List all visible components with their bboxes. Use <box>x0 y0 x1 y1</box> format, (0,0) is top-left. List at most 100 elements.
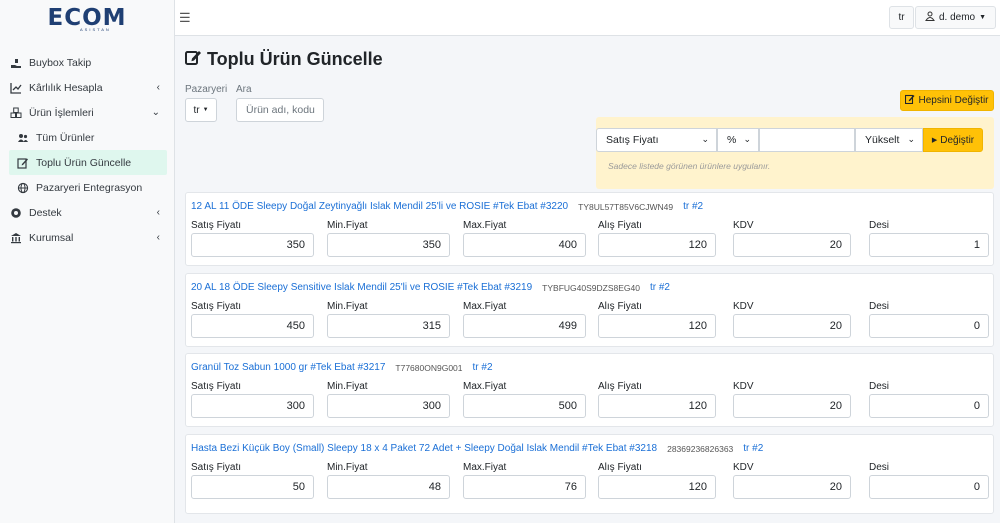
bulk-unit-select[interactable]: % ⌄ <box>717 128 759 152</box>
chevron-down-icon: ⌄ <box>701 134 709 144</box>
product-title-row: Hasta Bezi Küçük Boy (Small) Sleepy 18 x… <box>191 443 763 455</box>
desi-label: Desi <box>869 462 890 473</box>
product-title-row: 20 AL 18 ÖDE Sleepy Sensitive Islak Mend… <box>191 282 670 294</box>
max-price-input[interactable]: 499 <box>463 314 586 338</box>
user-menu-button[interactable]: d. demo ▼ <box>915 6 996 29</box>
min-price-input[interactable]: 300 <box>327 394 450 418</box>
bulk-update-panel: Satış Fiyatı ⌄ % ⌄ Yükselt ⌄ ▶ Değiştir … <box>596 117 994 189</box>
purchase-price-input[interactable]: 120 <box>598 394 716 418</box>
boxes-icon <box>9 106 23 120</box>
sidebar: ECOM ASISTAN Buybox Takip Kârlılık Hesap… <box>0 0 175 523</box>
sale-price-input[interactable]: 50 <box>191 475 314 499</box>
sidebar-item-label: Buybox Takip <box>29 56 92 69</box>
menu-toggle-icon[interactable]: ☰ <box>179 10 191 26</box>
max-price-label: Max.Fiyat <box>463 220 507 231</box>
edit-icon <box>16 156 30 170</box>
bulk-amount-input[interactable] <box>759 128 855 152</box>
chevron-down-icon: ⌄ <box>907 134 915 144</box>
purchase-price-input[interactable]: 120 <box>598 233 716 257</box>
bulk-field-value: Satış Fiyatı <box>606 134 659 146</box>
marketplace-select-value: tr <box>193 104 200 116</box>
desi-input[interactable]: 0 <box>869 394 989 418</box>
sidebar-item-label: Kârlılık Hesapla <box>29 81 103 94</box>
search-label: Ara <box>236 84 252 95</box>
sidebar-item-label: Tüm Ürünler <box>36 131 95 144</box>
product-marketplace-link[interactable]: tr #2 <box>650 282 670 294</box>
product-title-row: Granül Toz Sabun 1000 gr #Tek Ebat #3217… <box>191 362 493 374</box>
bulk-direction-select[interactable]: Yükselt ⌄ <box>855 128 923 152</box>
desi-label: Desi <box>869 381 890 392</box>
product-marketplace-link[interactable]: tr #2 <box>683 201 703 213</box>
sidebar-item-label: Toplu Ürün Güncelle <box>36 156 132 169</box>
brand-logo[interactable]: ECOM ASISTAN <box>0 0 174 36</box>
sidebar-item-corporate[interactable]: Kurumsal ‹ <box>0 225 174 250</box>
vat-input[interactable]: 20 <box>733 314 851 338</box>
product-name-link[interactable]: 12 AL 11 ÖDE Sleepy Doğal Zeytinyağlı Is… <box>191 201 568 213</box>
edit-icon <box>185 49 202 70</box>
vat-label: KDV <box>733 220 754 231</box>
product-card: 12 AL 11 ÖDE Sleepy Doğal Zeytinyağlı Is… <box>185 192 994 266</box>
chevron-down-icon: ⌄ <box>743 134 751 144</box>
desi-input[interactable]: 1 <box>869 233 989 257</box>
chevron-left-icon: ‹ <box>156 207 160 218</box>
product-name-link[interactable]: 20 AL 18 ÖDE Sleepy Sensitive Islak Mend… <box>191 282 532 294</box>
sidebar-item-marketplace-integration[interactable]: Pazaryeri Entegrasyon <box>0 175 174 200</box>
product-marketplace-link[interactable]: tr #2 <box>473 362 493 374</box>
bulk-unit-value: % <box>727 134 737 146</box>
caret-down-icon: ▼ <box>979 14 987 21</box>
min-price-input[interactable]: 48 <box>327 475 450 499</box>
marketplace-label: Pazaryeri <box>185 84 228 95</box>
min-price-label: Min.Fiyat <box>327 381 368 392</box>
apply-button[interactable]: ▶ Değiştir <box>923 128 983 152</box>
main-content: Toplu Ürün Güncelle Pazaryeri Ara tr ▼ Ü… <box>175 36 1000 523</box>
sidebar-item-support[interactable]: Destek ‹ <box>0 200 174 225</box>
vat-input[interactable]: 20 <box>733 394 851 418</box>
vat-input[interactable]: 20 <box>733 475 851 499</box>
vat-label: KDV <box>733 462 754 473</box>
sidebar-item-profitability[interactable]: Kârlılık Hesapla ‹ <box>0 75 174 100</box>
sale-price-input[interactable]: 450 <box>191 314 314 338</box>
max-price-input[interactable]: 500 <box>463 394 586 418</box>
max-price-input[interactable]: 400 <box>463 233 586 257</box>
purchase-price-input[interactable]: 120 <box>598 314 716 338</box>
desi-input[interactable]: 0 <box>869 314 989 338</box>
sidebar-nav: Buybox Takip Kârlılık Hesapla ‹ Ürün İşl… <box>0 36 174 250</box>
vat-input[interactable]: 20 <box>733 233 851 257</box>
sidebar-item-bulk-update[interactable]: Toplu Ürün Güncelle <box>9 150 167 175</box>
min-price-label: Min.Fiyat <box>327 301 368 312</box>
change-all-button[interactable]: Hepsini Değiştir <box>900 90 994 111</box>
sidebar-item-label: Kurumsal <box>29 231 74 244</box>
users-icon <box>16 131 30 145</box>
sidebar-item-all-products[interactable]: Tüm Ürünler <box>0 125 174 150</box>
change-all-label: Hepsini Değiştir <box>918 95 989 106</box>
user-name: d. demo <box>938 12 976 23</box>
chart-icon <box>9 81 23 95</box>
marketplace-select[interactable]: tr ▼ <box>185 98 217 122</box>
max-price-input[interactable]: 76 <box>463 475 586 499</box>
building-columns-icon <box>9 231 23 245</box>
search-input[interactable]: Ürün adı, kodu <box>236 98 324 122</box>
min-price-input[interactable]: 315 <box>327 314 450 338</box>
purchase-price-label: Alış Fiyatı <box>598 301 642 312</box>
product-card: Granül Toz Sabun 1000 gr #Tek Ebat #3217… <box>185 353 994 427</box>
sidebar-item-buybox[interactable]: Buybox Takip <box>0 50 174 75</box>
sidebar-item-product-operations[interactable]: Ürün İşlemleri ⌄ <box>0 100 174 125</box>
max-price-label: Max.Fiyat <box>463 301 507 312</box>
desi-input[interactable]: 0 <box>869 475 989 499</box>
product-name-link[interactable]: Granül Toz Sabun 1000 gr #Tek Ebat #3217 <box>191 362 385 374</box>
sale-price-input[interactable]: 350 <box>191 233 314 257</box>
product-name-link[interactable]: Hasta Bezi Küçük Boy (Small) Sleepy 18 x… <box>191 443 657 455</box>
caret-right-icon: ▶ <box>931 137 938 144</box>
vat-label: KDV <box>733 381 754 392</box>
product-sku: TY8UL57T85V6CJWN49 <box>578 202 674 212</box>
purchase-price-input[interactable]: 120 <box>598 475 716 499</box>
sale-price-input[interactable]: 300 <box>191 394 314 418</box>
min-price-label: Min.Fiyat <box>327 462 368 473</box>
product-sku: T77680ON9G001 <box>395 363 463 373</box>
bulk-field-select[interactable]: Satış Fiyatı ⌄ <box>596 128 717 152</box>
min-price-input[interactable]: 350 <box>327 233 450 257</box>
product-marketplace-link[interactable]: tr #2 <box>743 443 763 455</box>
desi-label: Desi <box>869 220 890 231</box>
chevron-left-icon: ‹ <box>156 232 160 243</box>
language-button[interactable]: tr <box>889 6 914 29</box>
